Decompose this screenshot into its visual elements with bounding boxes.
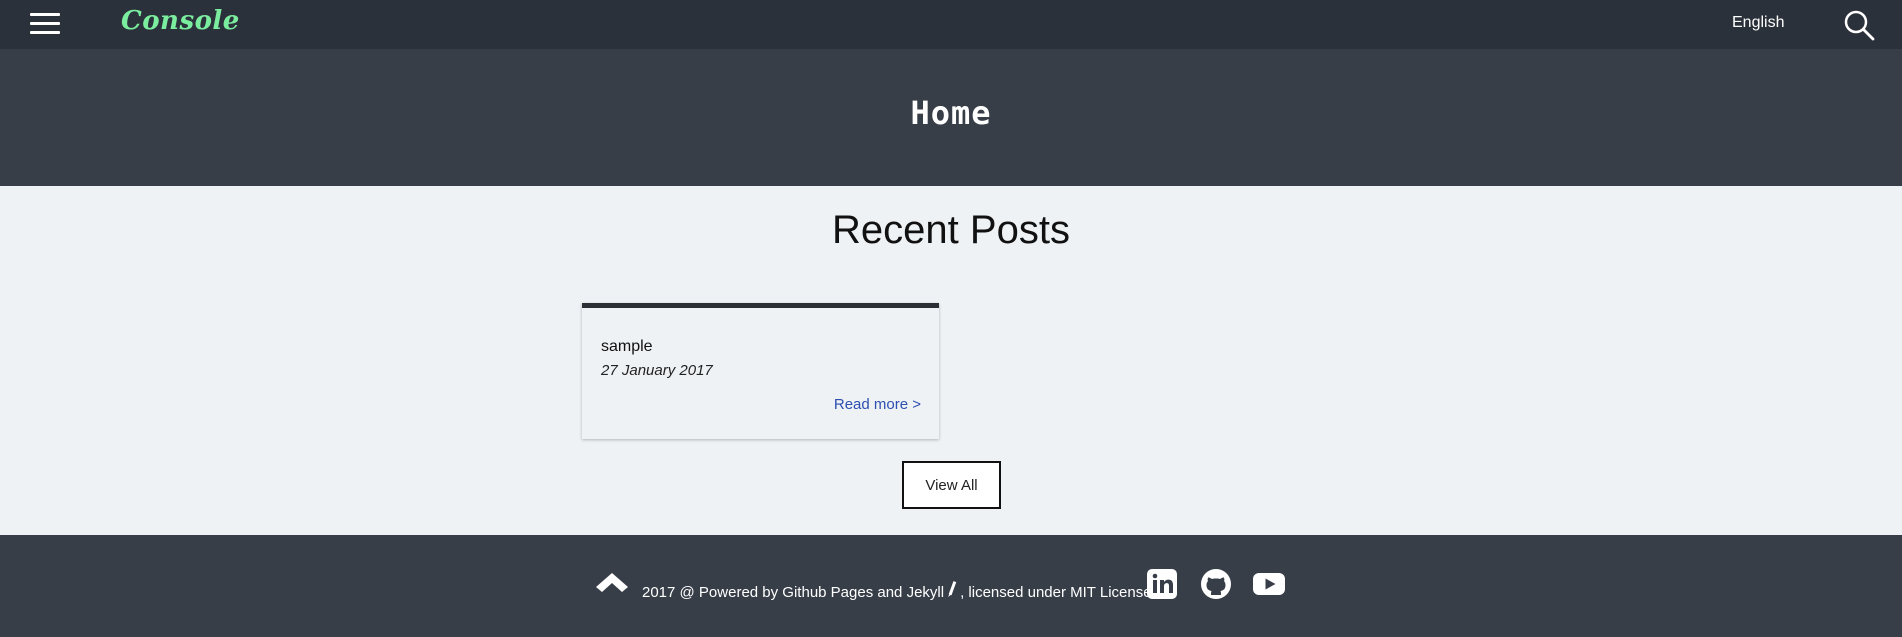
read-more-link[interactable]: Read more > bbox=[834, 396, 921, 413]
page-title: Home bbox=[910, 94, 992, 132]
section-title: Recent Posts bbox=[832, 208, 1070, 252]
footer-credits-text: 2017 @ Powered by Github Pages and Jekyl… bbox=[642, 584, 945, 601]
github-icon[interactable] bbox=[1199, 567, 1233, 601]
linkedin-icon[interactable] bbox=[1145, 567, 1179, 601]
post-card[interactable]: sample 27 January 2017 Read more > bbox=[582, 303, 939, 439]
footer-license-text: , licensed under MIT License. bbox=[960, 584, 1156, 601]
top-navbar: Console English bbox=[0, 0, 1902, 49]
arrow-up-icon[interactable] bbox=[596, 573, 628, 595]
language-selector[interactable]: English bbox=[1732, 14, 1784, 32]
hero-banner: Home bbox=[0, 49, 1902, 186]
post-title[interactable]: sample bbox=[601, 338, 653, 356]
post-date: 27 January 2017 bbox=[601, 362, 713, 379]
brand-logo[interactable]: Console bbox=[121, 6, 240, 36]
view-all-button[interactable]: View All bbox=[902, 461, 1001, 509]
youtube-icon[interactable] bbox=[1252, 567, 1286, 601]
hamburger-menu-icon[interactable] bbox=[30, 13, 60, 35]
footer: 2017 @ Powered by Github Pages and Jekyl… bbox=[0, 535, 1902, 637]
pencil-icon bbox=[946, 580, 958, 600]
main-content: Recent Posts sample 27 January 2017 Read… bbox=[0, 186, 1902, 535]
search-icon[interactable] bbox=[1843, 9, 1875, 41]
footer-credits: 2017 @ Powered by Github Pages and Jekyl… bbox=[642, 580, 1156, 601]
